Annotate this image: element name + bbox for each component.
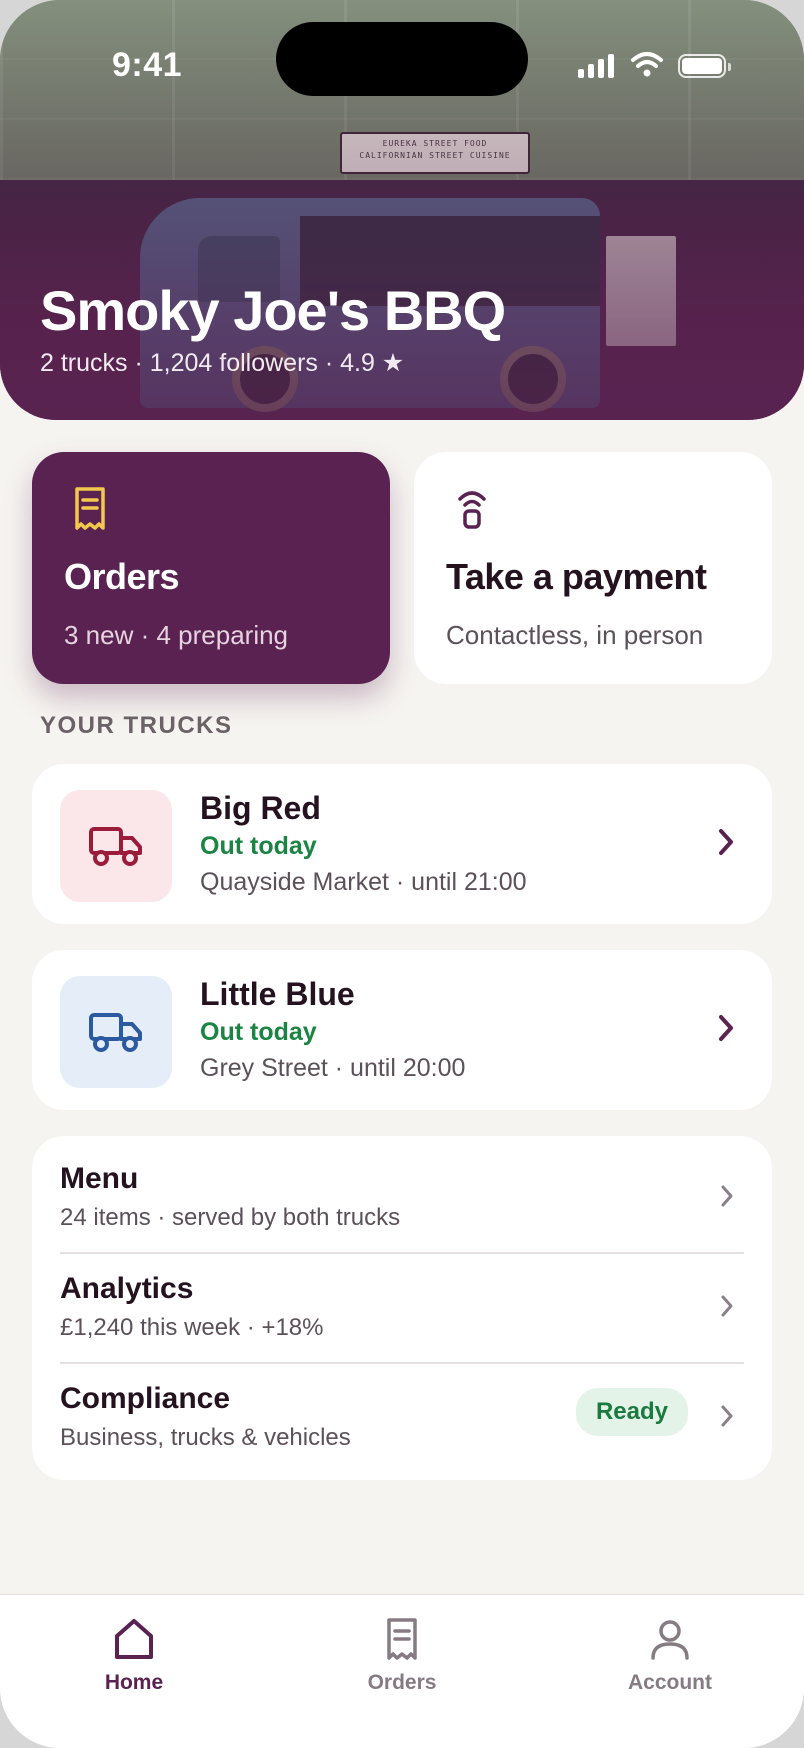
home-icon xyxy=(115,1619,153,1659)
tab-label: Home xyxy=(104,1671,164,1694)
truck-name: Big Red xyxy=(200,790,321,826)
contactless-icon xyxy=(458,491,486,529)
list-item-title: Menu xyxy=(60,1162,139,1195)
tab-account[interactable]: Account xyxy=(600,1617,740,1727)
tab-label: Account xyxy=(628,1671,712,1694)
list-item-title: Compliance xyxy=(60,1382,231,1415)
person-icon xyxy=(651,1620,689,1660)
truck-location: Quayside Market · until 21:00 xyxy=(200,868,527,896)
tab-bar: Home Orders Account xyxy=(0,1594,804,1748)
tab-home[interactable]: Home xyxy=(64,1617,204,1727)
your-trucks-heading: YOUR TRUCKS xyxy=(40,712,233,739)
business-name: Smoky Joe's BBQ xyxy=(40,279,506,342)
status-time: 9:41 xyxy=(112,46,183,84)
truck-status: Out today xyxy=(200,832,317,860)
phone-screen: EUREKA STREET FOODCALIFORNIAN STREET CUI… xyxy=(0,0,804,1748)
cellular-signal-icon xyxy=(578,54,614,78)
list-item-analytics[interactable]: Analytics £1,240 this week · +18% xyxy=(32,1246,772,1356)
orders-card-title: Orders xyxy=(64,556,180,597)
orders-card-subtitle: 3 new · 4 preparing xyxy=(64,620,289,650)
truck-status: Out today xyxy=(200,1018,317,1046)
receipt-icon xyxy=(75,487,105,530)
truck-thumbnail xyxy=(60,790,172,902)
status-bar: 9:41 xyxy=(0,0,804,110)
battery-icon xyxy=(678,54,731,78)
take-payment-card[interactable]: Take a payment Contactless, in person xyxy=(414,452,772,684)
list-item-subtitle: £1,240 this week · +18% xyxy=(60,1314,324,1341)
list-item-subtitle: Business, trucks & vehicles xyxy=(60,1424,351,1451)
business-stats: 2 trucks · 1,204 followers · 4.9 ★ xyxy=(40,349,405,377)
list-item-title: Analytics xyxy=(60,1272,194,1305)
wifi-icon xyxy=(631,52,663,77)
receipt-icon xyxy=(387,1618,417,1660)
chevron-right-icon xyxy=(721,1295,733,1317)
orders-card[interactable]: Orders 3 new · 4 preparing xyxy=(32,452,390,684)
tab-orders[interactable]: Orders xyxy=(332,1617,472,1727)
truck-location: Grey Street · until 20:00 xyxy=(200,1054,466,1082)
truck-icon xyxy=(89,1013,142,1052)
chevron-right-icon xyxy=(719,1015,733,1041)
status-badge: Ready xyxy=(575,1388,688,1436)
take-payment-title: Take a payment xyxy=(446,556,707,597)
truck-name: Little Blue xyxy=(200,976,355,1012)
chevron-right-icon xyxy=(721,1185,733,1207)
manage-list: Menu 24 items · served by both trucks An… xyxy=(32,1136,772,1480)
truck-row-little-blue[interactable]: Little Blue Out today Grey Street · unti… xyxy=(32,950,772,1110)
truck-thumbnail xyxy=(60,976,172,1088)
truck-icon xyxy=(89,827,142,866)
list-item-subtitle: 24 items · served by both trucks xyxy=(60,1204,401,1231)
chevron-right-icon xyxy=(719,829,733,855)
take-payment-subtitle: Contactless, in person xyxy=(446,620,704,650)
dynamic-island xyxy=(276,22,528,96)
truck-row-big-red[interactable]: Big Red Out today Quayside Market · unti… xyxy=(32,764,772,924)
list-item-compliance[interactable]: Compliance Business, trucks & vehicles R… xyxy=(32,1356,772,1466)
hero-header: EUREKA STREET FOODCALIFORNIAN STREET CUI… xyxy=(0,0,804,420)
tab-label: Orders xyxy=(367,1671,437,1694)
list-item-menu[interactable]: Menu 24 items · served by both trucks xyxy=(32,1136,772,1246)
chevron-right-icon xyxy=(721,1405,733,1427)
